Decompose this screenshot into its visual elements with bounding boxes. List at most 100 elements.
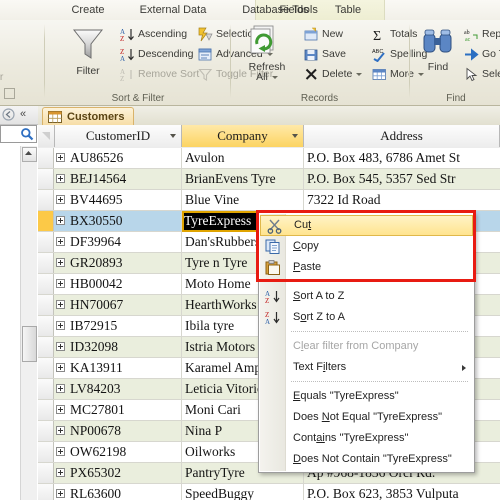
column-header-address[interactable]: Address bbox=[304, 125, 500, 147]
row-selector[interactable] bbox=[38, 232, 54, 252]
row-selector[interactable] bbox=[38, 379, 54, 399]
cell-company[interactable]: SpeedBuggy bbox=[182, 484, 304, 500]
cell-customerid[interactable]: AU86526 bbox=[55, 148, 182, 168]
filter-button[interactable]: Filter bbox=[60, 26, 116, 77]
funnel-icon bbox=[72, 29, 104, 59]
document-tab-customers[interactable]: Customers bbox=[42, 107, 135, 126]
dialog-launcher-icon[interactable] bbox=[4, 88, 15, 99]
refresh-all-button[interactable]: Refresh All bbox=[236, 24, 298, 82]
cell-customerid[interactable]: BX30550 bbox=[55, 211, 182, 231]
tab-create[interactable]: Create bbox=[62, 2, 114, 19]
save-button[interactable]: Save bbox=[304, 45, 346, 64]
cell-company[interactable]: BrianEvens Tyre bbox=[182, 169, 304, 189]
delete-icon bbox=[304, 67, 319, 82]
table-row[interactable]: AU86526 Avulon P.O. Box 483, 6786 Amet St bbox=[38, 148, 500, 169]
cell-customerid[interactable]: IB72915 bbox=[55, 316, 182, 336]
menu-item-does-not-contain[interactable]: Does Not Contain "TyreExpress" bbox=[259, 449, 474, 470]
column-header-company[interactable]: Company bbox=[182, 125, 304, 147]
row-selector[interactable] bbox=[38, 148, 54, 168]
scrollbar-thumb[interactable] bbox=[22, 326, 37, 362]
cell-company[interactable]: Blue Vine bbox=[182, 190, 304, 210]
menu-item-cut[interactable]: Cut bbox=[260, 215, 473, 236]
save-label: Save bbox=[322, 48, 346, 60]
cell-customerid[interactable]: LV84203 bbox=[55, 379, 182, 399]
menu-item-equals[interactable]: Equals "TyreExpress" bbox=[259, 386, 474, 407]
row-selector[interactable] bbox=[38, 337, 54, 357]
tab-table[interactable]: Table bbox=[324, 2, 372, 19]
delete-button[interactable]: Delete bbox=[304, 65, 363, 84]
chevron-down-icon[interactable] bbox=[170, 134, 176, 138]
find-button[interactable]: Find bbox=[416, 28, 460, 73]
cell-customerid[interactable]: DF39964 bbox=[55, 232, 182, 252]
table-row[interactable]: BV44695 Blue Vine 7322 Id Road bbox=[38, 190, 500, 211]
menu-item-paste[interactable]: Paste bbox=[259, 257, 474, 278]
refresh-icon bbox=[250, 25, 274, 54]
row-selector[interactable] bbox=[38, 169, 54, 189]
cell-customerid[interactable]: RL63600 bbox=[55, 484, 182, 500]
navigation-search-box[interactable] bbox=[0, 125, 37, 143]
menu-item-contains[interactable]: Contains "TyreExpress" bbox=[259, 428, 474, 449]
row-selector[interactable] bbox=[38, 400, 54, 420]
row-selector[interactable] bbox=[38, 442, 54, 462]
cell-customerid[interactable]: NP00678 bbox=[55, 421, 182, 441]
group-label-find: Find bbox=[446, 93, 466, 104]
remove-sort-button[interactable]: A Z Remove Sort bbox=[120, 65, 199, 84]
select-all-corner[interactable] bbox=[38, 125, 55, 147]
column-header-customerid-label: CustomerID bbox=[85, 128, 151, 143]
cell-customerid[interactable]: OW62198 bbox=[55, 442, 182, 462]
menu-item-label: Paste bbox=[293, 261, 322, 273]
tab-fields[interactable]: Fields bbox=[268, 2, 320, 19]
menu-item-sort-a-to-z[interactable]: A Z Sort A to Z bbox=[259, 286, 474, 307]
row-selector[interactable] bbox=[38, 211, 54, 231]
row-selector[interactable] bbox=[38, 421, 54, 441]
tab-external-data[interactable]: External Data bbox=[128, 2, 218, 19]
row-selector[interactable] bbox=[38, 190, 54, 210]
cell-customerid[interactable]: BV44695 bbox=[55, 190, 182, 210]
back-circle-icon[interactable] bbox=[2, 108, 15, 124]
row-selector[interactable] bbox=[38, 316, 54, 336]
context-menu-items: Cut Copy Paste A Z Sort A to Z Z A Sort Z to A Cl… bbox=[259, 215, 474, 470]
menu-item-label: Contains "TyreExpress" bbox=[293, 432, 409, 444]
menu-item-copy[interactable]: Copy bbox=[259, 236, 474, 257]
binoculars-icon bbox=[423, 29, 452, 53]
cell-customerid[interactable]: BEJ14564 bbox=[55, 169, 182, 189]
goto-button[interactable]: Go To bbox=[464, 45, 500, 64]
cell-address[interactable]: 7322 Id Road bbox=[304, 190, 500, 210]
cell-customerid[interactable]: ID32098 bbox=[55, 337, 182, 357]
column-header-customerid[interactable]: CustomerID bbox=[55, 125, 182, 147]
row-selector[interactable] bbox=[38, 484, 54, 500]
menu-item-does-not-equal[interactable]: Does Not Equal "TyreExpress" bbox=[259, 407, 474, 428]
row-selector[interactable] bbox=[38, 295, 54, 315]
cell-customerid[interactable]: PX65302 bbox=[55, 463, 182, 483]
row-selector[interactable] bbox=[38, 358, 54, 378]
cell-address[interactable]: P.O. Box 623, 3853 Vulputa bbox=[304, 484, 500, 500]
menu-item-text-filters[interactable]: Text Filters bbox=[259, 357, 474, 378]
cell-customerid[interactable]: GR20893 bbox=[55, 253, 182, 273]
row-selector[interactable] bbox=[38, 274, 54, 294]
chevrons-left-icon[interactable]: « bbox=[20, 108, 26, 120]
cell-address[interactable]: P.O. Box 545, 5357 Sed Str bbox=[304, 169, 500, 189]
cell-company[interactable]: Avulon bbox=[182, 148, 304, 168]
navigation-pane-scrollbar[interactable] bbox=[20, 146, 37, 500]
descending-button[interactable]: Z A Descending bbox=[120, 45, 193, 64]
table-row[interactable]: BEJ14564 BrianEvens Tyre P.O. Box 545, 535… bbox=[38, 169, 500, 190]
cell-customerid[interactable]: MC27801 bbox=[55, 400, 182, 420]
totals-button[interactable]: Σ Totals bbox=[372, 25, 417, 44]
row-selector[interactable] bbox=[38, 253, 54, 273]
table-row[interactable]: RL63600 SpeedBuggy P.O. Box 623, 3853 Vulp… bbox=[38, 484, 500, 500]
scroll-up-icon[interactable] bbox=[22, 147, 37, 162]
select-button[interactable]: Select bbox=[464, 65, 500, 84]
cell-customerid[interactable]: KA13911 bbox=[55, 358, 182, 378]
chevron-down-icon[interactable] bbox=[292, 134, 298, 138]
new-record-button[interactable]: New bbox=[304, 25, 343, 44]
cell-customerid[interactable]: HB00042 bbox=[55, 274, 182, 294]
cell-address[interactable]: P.O. Box 483, 6786 Amet St bbox=[304, 148, 500, 168]
row-selector[interactable] bbox=[38, 463, 54, 483]
replace-button[interactable]: ab ac Replace bbox=[464, 25, 500, 44]
group-label-records: Records bbox=[300, 93, 339, 104]
cell-customerid[interactable]: HN70067 bbox=[55, 295, 182, 315]
menu-item-sort-z-to-a[interactable]: Z A Sort Z to A bbox=[259, 307, 474, 328]
replace-label: Replace bbox=[482, 28, 500, 40]
navigation-pane-header: « bbox=[0, 106, 38, 125]
ascending-button[interactable]: A Z Ascending bbox=[120, 25, 187, 44]
